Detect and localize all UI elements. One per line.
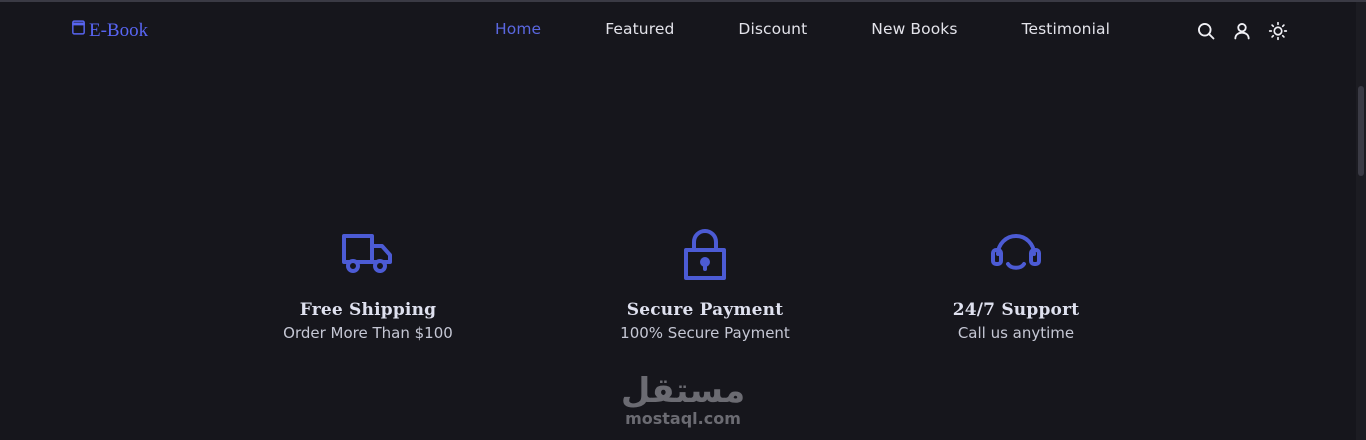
nav-link-discount[interactable]: Discount xyxy=(738,20,807,38)
scrollbar-thumb[interactable] xyxy=(1358,86,1364,176)
user-icon[interactable] xyxy=(1232,21,1252,41)
feature-title: 24/7 Support xyxy=(952,300,1080,320)
headset-icon xyxy=(866,226,1166,282)
header-actions xyxy=(1196,21,1288,41)
feature-card-payment: Secure Payment 100% Secure Payment xyxy=(555,226,855,342)
lock-icon xyxy=(555,226,855,282)
nav-link-testimonial[interactable]: Testimonial xyxy=(1022,20,1110,38)
feature-title: Free Shipping xyxy=(299,300,437,320)
feature-subtitle: 100% Secure Payment xyxy=(620,324,790,342)
sun-icon[interactable] xyxy=(1268,21,1288,41)
nav-link-new-books[interactable]: New Books xyxy=(871,20,957,38)
site-header: E-Book Home Featured Discount New Books … xyxy=(0,2,1356,58)
main-nav: Home Featured Discount New Books Testimo… xyxy=(495,20,1174,38)
truck-icon xyxy=(218,226,518,282)
page-scrollbar[interactable] xyxy=(1356,2,1366,440)
watermark-latin: mostaql.com xyxy=(625,409,741,428)
feature-subtitle: Call us anytime xyxy=(957,324,1075,342)
nav-link-featured[interactable]: Featured xyxy=(605,20,674,38)
watermark-arabic: مستقل xyxy=(620,371,746,411)
feature-card-shipping: Free Shipping Order More Than $100 xyxy=(218,226,518,342)
brand-logo[interactable]: E-Book xyxy=(70,19,148,42)
nav-link-home[interactable]: Home xyxy=(495,20,541,38)
brand-name: E-Book xyxy=(89,19,149,41)
book-icon xyxy=(70,19,87,42)
mostaql-watermark: مستقل mostaql.com xyxy=(603,372,763,428)
feature-card-support: 24/7 Support Call us anytime xyxy=(866,226,1166,342)
search-icon[interactable] xyxy=(1196,21,1216,41)
feature-title: Secure Payment xyxy=(626,300,784,320)
feature-subtitle: Order More Than $100 xyxy=(283,324,453,342)
